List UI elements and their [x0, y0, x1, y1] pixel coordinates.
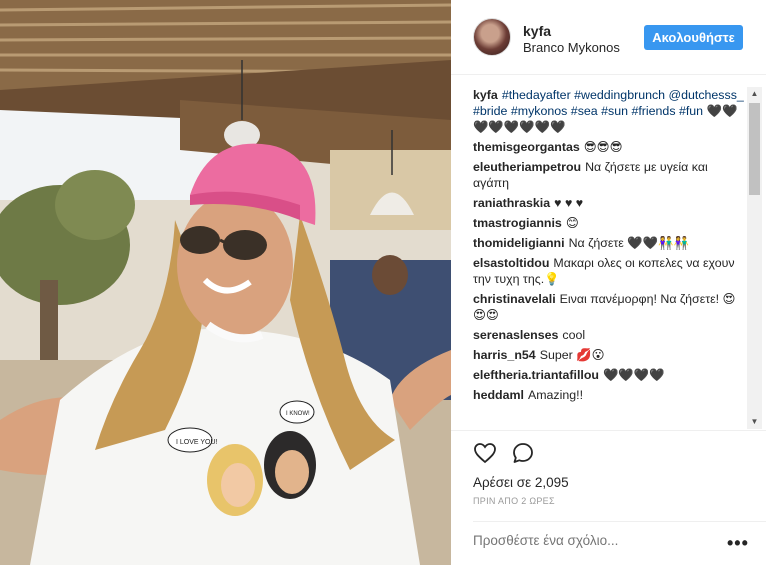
comment-text: cool	[562, 328, 586, 342]
follow-button[interactable]: Ακολουθήστε	[644, 25, 743, 50]
svg-text:I KNOW!: I KNOW!	[286, 411, 310, 417]
avatar[interactable]	[473, 18, 511, 56]
comment-text: 😊	[565, 216, 579, 230]
comment-item: raniathraskia ♥ ♥ ♥	[473, 195, 745, 211]
comment-item: thomideligianni Να ζήσετε 🖤🖤👫👫	[473, 235, 745, 251]
comment-username[interactable]: thomideligianni	[473, 236, 565, 250]
comment-item: eleutheriampetrou Να ζήσετε με υγεία και …	[473, 159, 745, 191]
comments-list[interactable]: kyfa #thedayafter #weddingbrunch @dutches…	[473, 87, 745, 429]
scroll-up-arrow-icon[interactable]: ▲	[747, 87, 762, 101]
caption-username[interactable]: kyfa	[473, 88, 498, 102]
comment-item: heddaml Amazing!!	[473, 387, 745, 403]
comment-text: 😎😎😎	[583, 140, 623, 154]
comment-username[interactable]: eleutheriampetrou	[473, 160, 581, 174]
comment-username[interactable]: heddaml	[473, 388, 524, 402]
post-photo[interactable]: I LOVE YOU! I KNOW!	[0, 0, 451, 565]
comment-username[interactable]: christinavelali	[473, 292, 556, 306]
comment-item: serenaslenses cool	[473, 327, 745, 343]
post-username[interactable]: kyfa	[523, 23, 551, 39]
post-time-ago[interactable]: ΠΡΙΝ ΑΠΟ 2 ΩΡΕΣ	[473, 496, 555, 506]
likes-count[interactable]: Αρέσει σε 2,095	[473, 475, 569, 490]
comment-item: harris_n54 Super 💋😮	[473, 347, 745, 363]
heart-icon[interactable]	[473, 441, 497, 465]
scrollbar-thumb[interactable]	[749, 103, 760, 195]
comment-username[interactable]: raniathraskia	[473, 196, 550, 210]
post-header: kyfa Branco Mykonos Ακολουθήστε	[451, 0, 766, 75]
scroll-down-arrow-icon[interactable]: ▼	[747, 415, 762, 429]
comment-item: christinavelali Ειναι πανέμορφη! Να ζήσετ…	[473, 291, 745, 323]
add-comment-bar: •••	[473, 521, 766, 565]
comment-username[interactable]: themisgeorgantas	[473, 140, 580, 154]
svg-text:I LOVE YOU!: I LOVE YOU!	[176, 439, 218, 446]
comment-bubble-icon[interactable]	[511, 441, 535, 465]
comment-item: elsastoltidou Μακαρι ολες οι κοπελες να ε…	[473, 255, 745, 287]
comment-username[interactable]: serenaslenses	[473, 328, 558, 342]
caption-line-1[interactable]: #thedayafter #weddingbrunch	[502, 88, 665, 102]
comment-text: Super 💋😮	[539, 348, 605, 362]
comment-username[interactable]: tmastrogiannis	[473, 216, 562, 230]
caption: kyfa #thedayafter #weddingbrunch @dutches…	[473, 87, 745, 135]
comment-text: Να ζήσετε 🖤🖤👫👫	[568, 236, 689, 250]
comment-item: tmastrogiannis 😊	[473, 215, 745, 231]
comment-text: 🖤🖤🖤🖤	[603, 368, 665, 382]
post-side-panel: kyfa Branco Mykonos Ακολουθήστε kyfa #the…	[451, 0, 766, 565]
more-options-icon[interactable]: •••	[727, 534, 749, 552]
post-photo-illustration: I LOVE YOU! I KNOW!	[0, 0, 451, 565]
post-location[interactable]: Branco Mykonos	[523, 40, 620, 55]
comment-username[interactable]: harris_n54	[473, 348, 536, 362]
comment-username[interactable]: elsastoltidou	[473, 256, 549, 270]
comment-item: eleftheria.triantafillou 🖤🖤🖤🖤	[473, 367, 745, 383]
comment-text: Amazing!!	[527, 388, 584, 402]
comment-text: ♥ ♥ ♥	[554, 196, 584, 210]
post-actions: Αρέσει σε 2,095 ΠΡΙΝ ΑΠΟ 2 ΩΡΕΣ	[451, 430, 766, 520]
comment-username[interactable]: eleftheria.triantafillou	[473, 368, 599, 382]
comment-item: themisgeorgantas 😎😎😎	[473, 139, 745, 155]
add-comment-input[interactable]	[473, 533, 693, 548]
comments-scrollbar[interactable]: ▲ ▼	[747, 87, 762, 429]
